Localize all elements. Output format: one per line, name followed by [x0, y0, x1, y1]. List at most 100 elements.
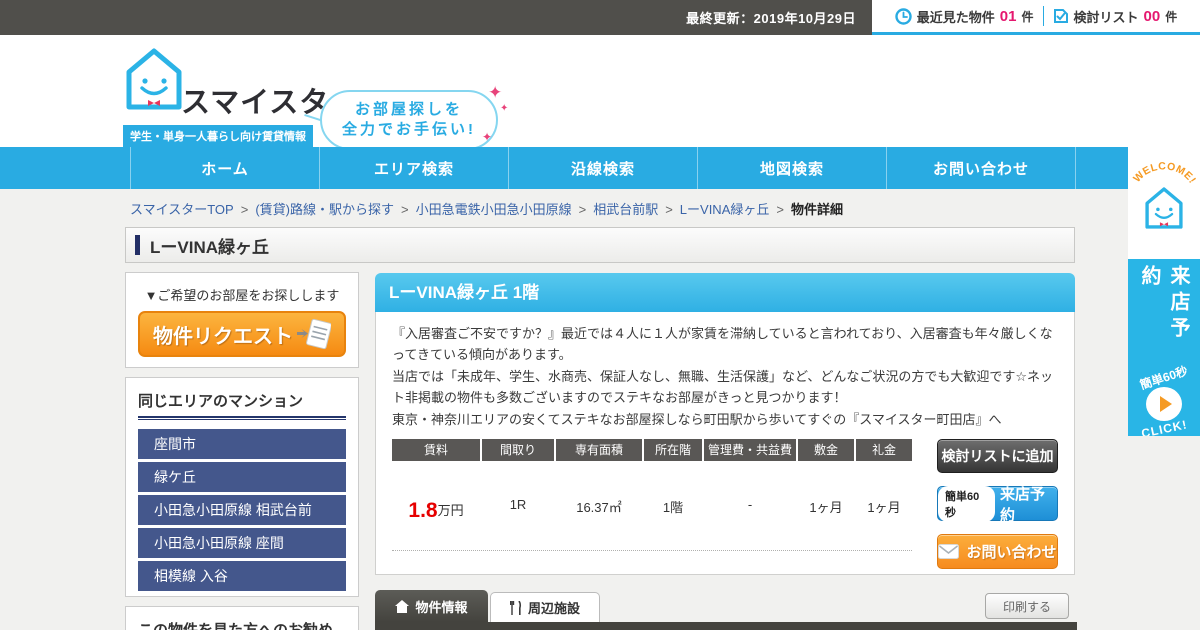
sidebar-item-sobudaimae[interactable]: 小田急小田原線 相武台前	[138, 495, 346, 525]
spec-value-deposit: 1ヶ月	[809, 500, 843, 516]
heading-underline	[138, 416, 346, 418]
rent-unit: 万円	[437, 503, 464, 519]
recommend-box: この物件を見た方へのお勧め物件	[125, 606, 359, 630]
nav-item-map-search[interactable]: 地図検索	[697, 147, 886, 189]
dotted-divider	[392, 550, 912, 552]
property-description: 『入居審査ご不安ですか？』最近では４人に１人が家賃を滞納していると言われており、…	[392, 323, 1058, 430]
same-area-box: 同じエリアのマンション 座間市 緑ケ丘 小田急小田原線 相武台前 小田急小田原線…	[125, 377, 359, 597]
spec-header-deposit: 敷金	[798, 439, 854, 462]
tab-surroundings-label: 周辺施設	[527, 601, 580, 616]
contact-button[interactable]: お問い合わせ	[937, 534, 1058, 570]
page-title: LーVINA緑ヶ丘	[150, 237, 269, 257]
breadcrumb-link-station[interactable]: 相武台前駅	[593, 202, 658, 217]
breadcrumb-link-line[interactable]: 小田急電鉄小田急小田原線	[416, 202, 572, 217]
bubble-line1: お部屋探しを	[354, 100, 463, 118]
speech-bubble: お部屋探しを 全力でお手伝い!	[320, 90, 498, 150]
contact-label: お問い合わせ	[966, 544, 1057, 562]
sidebar-item-zama[interactable]: 小田急小田原線 座間	[138, 528, 346, 558]
rent-amount: 1.8	[408, 499, 438, 523]
welcome-label: WELCOME!	[1131, 160, 1197, 185]
page: 最終更新：2019年10月29日 最近見た物件 01 件 検討リスト 00 件	[0, 0, 1200, 630]
play-icon	[1159, 395, 1172, 412]
consider-list-unit: 件	[1165, 9, 1178, 24]
house-smiley-icon	[126, 48, 182, 110]
breadcrumb-current: 物件詳細	[790, 202, 843, 217]
property-body: 『入居審査ご不安ですか？』最近では４人に１人が家賃を滞納していると言われており、…	[375, 312, 1075, 575]
notepad-pencil-icon	[297, 318, 331, 350]
title-accent-bar	[135, 235, 140, 255]
nav-item-contact[interactable]: お問い合わせ	[886, 147, 1076, 189]
envelope-icon	[938, 544, 960, 560]
heading-underline	[138, 419, 346, 420]
sparkle-icon: ✦	[488, 83, 503, 102]
reserve-time-badge: 簡単60秒	[938, 485, 995, 522]
nav-item-home[interactable]: ホーム	[130, 147, 319, 189]
tab-property-info[interactable]: 物件情報	[375, 590, 488, 622]
spec-header-fees: 管理費・共益費	[704, 439, 796, 462]
recommend-title: この物件を見た方へのお勧め物件	[138, 617, 346, 630]
svg-text:WELCOME!: WELCOME!	[1131, 160, 1197, 185]
description-paragraph: 『入居審査ご不安ですか？』最近では４人に１人が家賃を滞納していると言われており、…	[392, 326, 1053, 363]
breadcrumb: スマイスターTOP > (賃貸)路線・駅から探す > 小田急電鉄小田急小田原線 > 相武台前…	[130, 199, 843, 218]
spec-header-rent: 賃料	[392, 439, 480, 462]
request-caption: ▼ご希望のお部屋をお探しします	[144, 288, 340, 303]
print-button[interactable]: 印刷する	[985, 593, 1069, 619]
last-updated-text: 最終更新：2019年10月29日	[686, 11, 856, 26]
breadcrumb-link-route[interactable]: (賃貸)路線・駅から探す	[255, 202, 394, 217]
store-visit-banner[interactable]: WELCOME! 来店予約 簡単60秒 CLICK!	[1128, 147, 1200, 436]
clock-icon	[895, 7, 912, 25]
detail-tab-bar: 物件情報 周辺施設 印刷する	[375, 590, 1077, 630]
spec-section: 賃料 間取り 専有面積 所在階 管理費・共益費 敷金 礼金 1.8万円 1R 1…	[392, 439, 1058, 570]
reserve-label: 来店予約	[999, 485, 1045, 524]
tab-surroundings[interactable]: 周辺施設	[490, 592, 600, 622]
banner-reserve-section: 来店予約 簡単60秒 CLICK!	[1128, 259, 1200, 436]
nav-item-area-search[interactable]: エリア検索	[319, 147, 508, 189]
request-button-label: 物件リクエスト	[153, 325, 293, 348]
breadcrumb-link-top[interactable]: スマイスターTOP	[130, 202, 234, 217]
breadcrumb-separator: >	[578, 202, 587, 217]
spec-header-layout: 間取り	[482, 439, 554, 462]
consider-list-count: 00	[1143, 7, 1161, 25]
nav-item-line-search[interactable]: 沿線検索	[508, 147, 697, 189]
breadcrumb-separator: >	[665, 202, 673, 217]
recently-viewed-unit: 件	[1021, 9, 1034, 24]
spec-header-keymoney: 礼金	[856, 439, 912, 462]
same-area-title: 同じエリアのマンション	[138, 393, 304, 410]
spec-header-floor: 所在階	[644, 439, 702, 462]
property-detail-panel: LーVINA緑ヶ丘 1階 『入居審査ご不安ですか？』最近では４人に１人が家賃を滞…	[375, 273, 1075, 575]
recently-viewed-count: 01	[999, 7, 1017, 25]
house-smiley-icon	[1145, 187, 1183, 229]
sidebar-item-midorigaoka[interactable]: 緑ケ丘	[138, 462, 346, 492]
tab-property-info-label: 物件情報	[415, 599, 468, 615]
fork-knife-icon	[509, 600, 522, 615]
consider-list-label: 検討リスト	[1073, 9, 1139, 25]
sidebar-item-iriya[interactable]: 相模線 入谷	[138, 561, 346, 591]
breadcrumb-separator: >	[240, 202, 249, 217]
page-title-bar: LーVINA緑ヶ丘	[125, 227, 1075, 263]
spec-header-row: 賃料 間取り 専有面積 所在階 管理費・共益費 敷金 礼金	[392, 439, 912, 462]
site-header: スマイスター 学生・単身一人暮らし向け賃貸情報 お部屋探しを 全力でお手伝い! …	[0, 35, 1200, 170]
banner-click-circle	[1146, 386, 1182, 421]
top-bar: 最終更新：2019年10月29日 最近見た物件 01 件 検討リスト 00 件	[0, 0, 1200, 35]
property-request-button[interactable]: 物件リクエスト	[138, 311, 346, 357]
description-paragraph: 当店では「未成年、学生、水商売、保証人なし、無職、生活保護」など、どんなご状況の…	[392, 368, 1054, 406]
spec-header-area: 専有面積	[556, 439, 642, 462]
spec-value-layout: 1R	[509, 497, 527, 513]
main-nav: ホーム エリア検索 沿線検索 地図検索 お問い合わせ	[0, 147, 1200, 189]
spec-value-rent: 1.8万円	[392, 497, 480, 523]
add-to-consider-list-button[interactable]: 検討リストに追加	[937, 439, 1058, 474]
checklist-icon	[1053, 9, 1068, 23]
store-visit-reserve-button[interactable]: 簡単60秒 来店予約	[937, 485, 1058, 524]
recently-viewed-counter[interactable]: 最近見た物件 01 件	[895, 7, 1034, 26]
spec-value-area: 16.37㎡	[576, 500, 622, 516]
sparkle-icon: ✦	[482, 130, 493, 144]
recently-viewed-label: 最近見た物件	[916, 9, 995, 25]
sidebar-item-zama-city[interactable]: 座間市	[138, 429, 346, 459]
consider-list-counter[interactable]: 検討リスト 00 件	[1053, 7, 1178, 26]
welcome-arc-text: WELCOME!	[1131, 160, 1197, 185]
breadcrumb-link-building[interactable]: LーVINA緑ヶ丘	[680, 202, 770, 217]
property-title-bar: LーVINA緑ヶ丘 1階	[375, 273, 1075, 312]
request-box: ▼ご希望のお部屋をお探しします 物件リクエスト	[125, 272, 359, 368]
divider	[1042, 6, 1044, 26]
spec-value-row: 1.8万円 1R 16.37㎡ 1階 - 1ヶ月 1ヶ月	[392, 497, 912, 523]
